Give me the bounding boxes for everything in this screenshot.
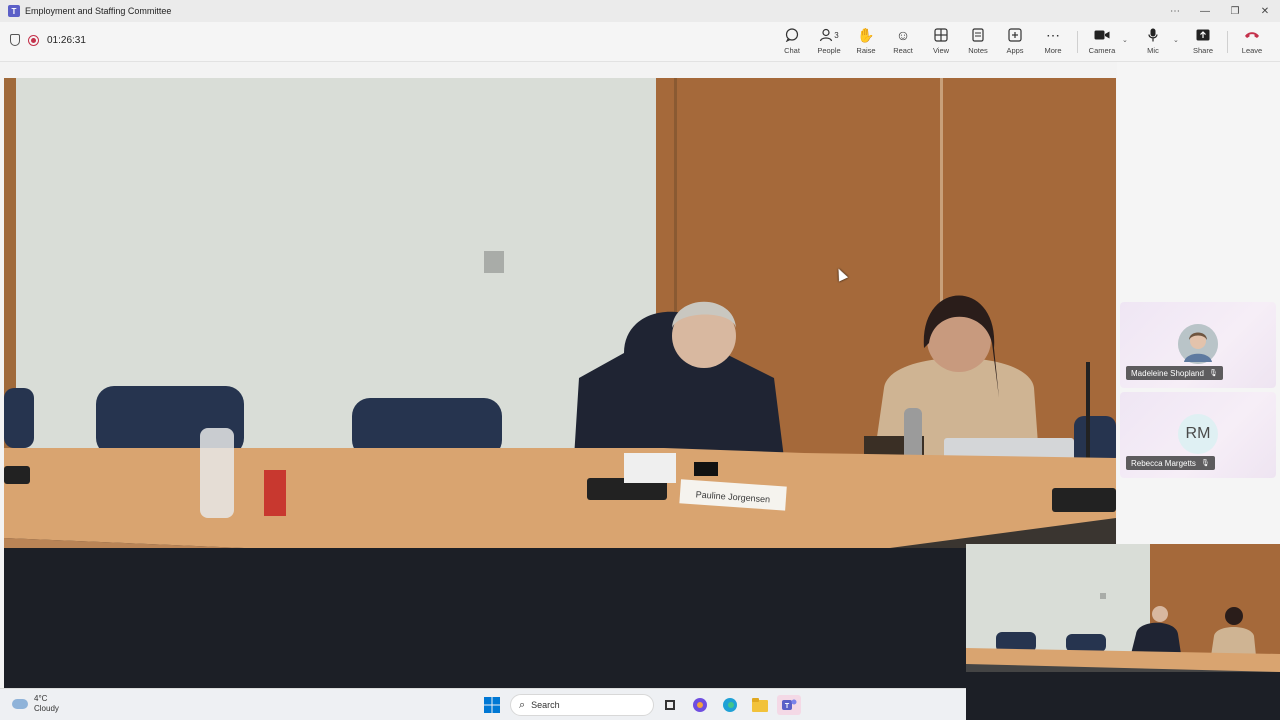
grid-icon	[934, 26, 948, 44]
chat-icon	[785, 26, 799, 44]
mic-button[interactable]: Mic	[1135, 26, 1171, 58]
participant-name-tag: Madeleine Shopland 🎙︎	[1126, 366, 1223, 380]
cloud-icon	[12, 699, 28, 709]
notes-button[interactable]: Notes	[960, 26, 996, 58]
teams-icon: T	[8, 5, 20, 17]
camera-icon	[1094, 26, 1110, 44]
title-bar: T Employment and Staffing Committee ⋯ — …	[0, 0, 1280, 22]
taskbar: 4°C Cloudy ⌕ Search T	[0, 688, 966, 720]
shield-icon	[10, 34, 20, 46]
close-button[interactable]: ✕	[1250, 0, 1280, 22]
apps-button[interactable]: Apps	[997, 26, 1033, 58]
minimize-button[interactable]: —	[1190, 0, 1220, 22]
avatar	[1178, 324, 1218, 364]
camera-options-chevron-icon[interactable]: ⌄	[1122, 36, 1128, 44]
camera-button[interactable]: Camera	[1084, 26, 1120, 58]
share-button[interactable]: Share	[1185, 26, 1221, 58]
temperature: 4°C	[34, 694, 48, 703]
mic-muted-icon: 🎙︎	[1208, 370, 1218, 377]
notes-icon	[972, 26, 984, 44]
self-view-frame	[966, 544, 1280, 720]
participant-name-tag: Rebecca Margetts 🎙︎	[1126, 456, 1215, 470]
taskbar-search-input[interactable]: ⌕ Search	[510, 694, 654, 716]
participant-tile[interactable]: RM Rebecca Margetts 🎙︎	[1120, 392, 1276, 478]
people-count: 3	[834, 30, 839, 40]
share-icon	[1196, 26, 1210, 44]
view-button[interactable]: View	[923, 26, 959, 58]
file-explorer-icon[interactable]	[750, 695, 770, 715]
meeting-status: 01:26:31	[10, 34, 86, 46]
room-video-frame: Pauline Jorgensen	[4, 78, 1116, 688]
chat-button[interactable]: Chat	[774, 26, 810, 58]
weather-widget[interactable]: 4°C Cloudy	[12, 694, 59, 714]
edge-browser-icon[interactable]	[720, 695, 740, 715]
ellipsis-icon: ⋯	[1046, 26, 1060, 43]
task-view-icon[interactable]	[660, 695, 680, 715]
mic-options-chevron-icon[interactable]: ⌄	[1173, 36, 1179, 44]
more-button[interactable]: ⋯ More	[1035, 26, 1071, 58]
svg-text:T: T	[785, 703, 790, 710]
meeting-timer: 01:26:31	[47, 34, 86, 46]
avatar: RM	[1178, 414, 1218, 454]
restore-button[interactable]: ❐	[1220, 0, 1250, 22]
hang-up-icon	[1244, 26, 1260, 44]
react-button[interactable]: ☺ React	[885, 26, 921, 58]
main-video-feed: Pauline Jorgensen	[4, 78, 1116, 688]
recording-icon	[28, 34, 39, 46]
window-controls: ⋯ — ❐ ✕	[1160, 0, 1280, 22]
mic-muted-icon: 🎙︎	[1200, 460, 1210, 467]
participant-tile[interactable]: Madeleine Shopland 🎙︎	[1120, 302, 1276, 388]
copilot-icon[interactable]	[690, 695, 710, 715]
weather-condition: Cloudy	[34, 704, 59, 713]
more-options-icon[interactable]: ⋯	[1160, 0, 1190, 22]
self-view-video[interactable]	[966, 544, 1280, 720]
microphone-icon	[1148, 26, 1158, 44]
window-title: Employment and Staffing Committee	[25, 6, 172, 16]
hand-icon: ✋	[857, 26, 875, 43]
meeting-toolbar: 01:26:31 Chat 3 People ✋ Raise ☺ React V…	[0, 22, 1280, 62]
people-icon: 3	[819, 26, 839, 44]
search-icon: ⌕	[519, 698, 526, 711]
toolbar-divider	[1227, 31, 1228, 53]
windows-start-icon[interactable]	[482, 695, 502, 715]
add-apps-icon	[1008, 26, 1022, 44]
raise-hand-button[interactable]: ✋ Raise	[848, 26, 884, 58]
people-button[interactable]: 3 People	[811, 26, 847, 58]
smiley-icon: ☺	[895, 27, 911, 43]
toolbar-divider	[1077, 31, 1078, 53]
leave-button[interactable]: Leave	[1234, 26, 1270, 58]
teams-taskbar-icon[interactable]: T	[777, 695, 801, 715]
